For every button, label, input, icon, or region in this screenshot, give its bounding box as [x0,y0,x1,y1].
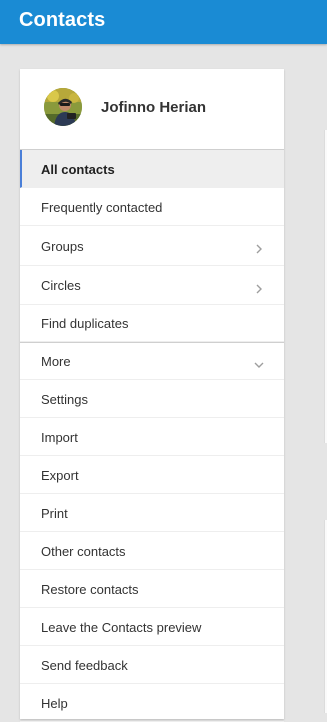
menu-item-frequently-contacted[interactable]: Frequently contacted [20,188,284,226]
menu-item-label: Import [41,430,78,445]
app-bar: Contacts [0,0,327,44]
avatar[interactable] [44,88,82,126]
menu-item-label: Settings [41,392,88,407]
menu-item-label: Find duplicates [41,316,129,331]
menu-item-label: Export [41,468,79,483]
app-title: Contacts [19,9,106,31]
menu-item-leave-the-contacts-preview[interactable]: Leave the Contacts preview [20,608,284,646]
menu-item-label: Send feedback [41,658,128,673]
menu-item-label: Help [41,696,68,711]
menu-item-settings[interactable]: Settings [20,380,284,418]
avatar-photo [44,88,82,126]
menu-item-label: More [41,354,71,369]
menu-item-all-contacts[interactable]: All contacts [20,150,284,188]
profile-name: Jofinno Herian [101,99,207,116]
menu-item-label: All contacts [41,162,115,177]
menu-item-send-feedback[interactable]: Send feedback [20,646,284,684]
chevron-right-icon [254,281,264,294]
menu-item-circles[interactable]: Circles [20,266,284,305]
menu-item-print[interactable]: Print [20,494,284,532]
chevron-right-icon [254,241,264,254]
menu-item-find-duplicates[interactable]: Find duplicates [20,305,284,342]
menu-item-label: Print [41,506,68,521]
menu-item-label: Other contacts [41,544,126,559]
menu-item-more[interactable]: More [20,343,284,380]
menu-item-help[interactable]: Help [20,684,284,722]
navigation-drawer: Jofinno Herian All contacts Frequently co… [20,69,284,722]
menu-item-import[interactable]: Import [20,418,284,456]
menu-item-label: Leave the Contacts preview [41,620,202,635]
menu-item-label: Restore contacts [41,582,139,597]
menu-item-label: Circles [41,278,81,293]
menu-item-label: Groups [41,239,84,254]
menu-item-groups[interactable]: Groups [20,226,284,266]
profile-header[interactable]: Jofinno Herian [20,69,284,149]
menu-item-other-contacts[interactable]: Other contacts [20,532,284,570]
menu-item-export[interactable]: Export [20,456,284,494]
menu-item-restore-contacts[interactable]: Restore contacts [20,570,284,608]
chevron-down-icon [254,357,264,368]
menu-item-label: Frequently contacted [41,200,163,215]
